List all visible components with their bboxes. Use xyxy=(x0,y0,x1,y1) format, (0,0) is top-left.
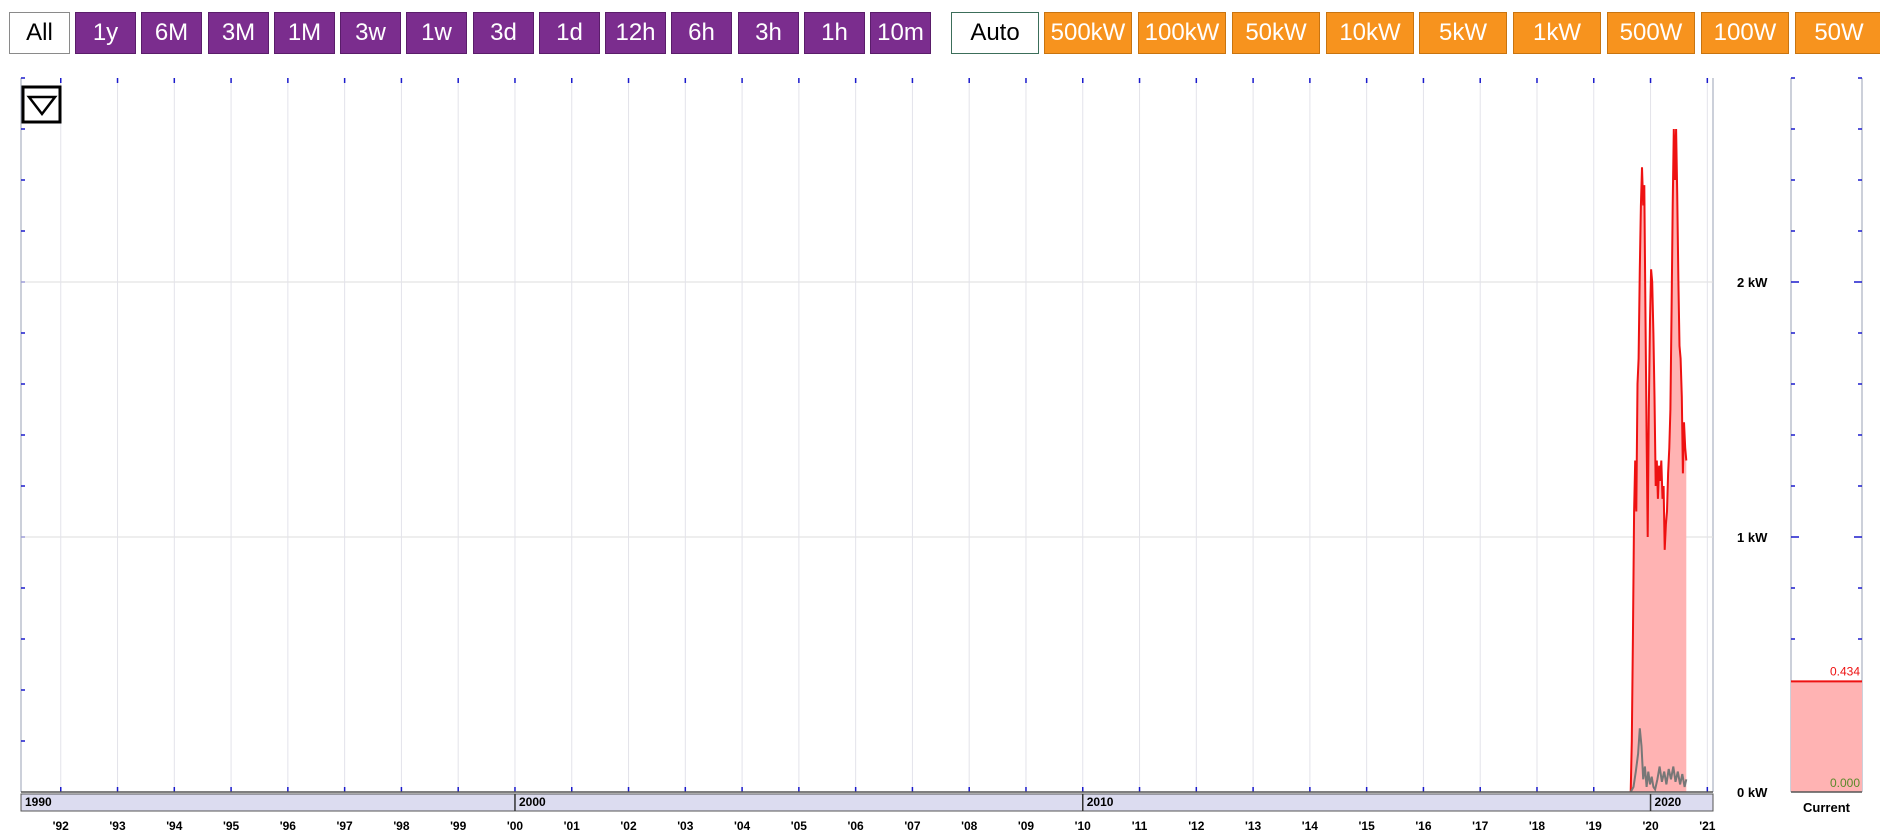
x-tick-label: '98 xyxy=(393,819,410,833)
y-tick-label: 2 kW xyxy=(1737,275,1768,290)
x-tick-label: '20 xyxy=(1642,819,1659,833)
power-chart: 0 kW 1 kW 2 kW '92 '93 '94 '95 '96 '97 '98 '99 '00 '… xyxy=(20,77,1863,833)
x-tick-label: '08 xyxy=(961,819,978,833)
x-tick-label: '01 xyxy=(564,819,581,833)
x-tick-label: '10 xyxy=(1075,819,1092,833)
x-tick-label: '12 xyxy=(1188,819,1205,833)
x-tick-label: '19 xyxy=(1586,819,1603,833)
chart-marks xyxy=(1629,128,1688,793)
x-tick-label: '15 xyxy=(1359,819,1376,833)
x-tick-label: '03 xyxy=(677,819,694,833)
x-tick-label: '94 xyxy=(166,819,183,833)
x-tick-label: '02 xyxy=(620,819,637,833)
x-tick-label: '92 xyxy=(53,819,70,833)
x-tick-label: '13 xyxy=(1245,819,1262,833)
x-tick-label: '16 xyxy=(1415,819,1432,833)
current-panel: 0.434 0.000 Current xyxy=(1790,77,1863,815)
decade-label: 2020 xyxy=(1655,795,1682,809)
decade-label: 2010 xyxy=(1087,795,1114,809)
current-secondary-value: 0.000 xyxy=(1830,776,1860,790)
x-tick-label: '11 xyxy=(1132,819,1148,833)
current-label: Current xyxy=(1803,800,1851,815)
x-tick-label: '95 xyxy=(223,819,240,833)
chart-grid xyxy=(20,77,1714,792)
x-tick-label: '99 xyxy=(450,819,467,833)
x-tick-label: '09 xyxy=(1018,819,1035,833)
chart-axes: 0 kW 1 kW 2 kW '92 '93 '94 '95 '96 '97 '98 '99 '00 '… xyxy=(20,275,1768,833)
x-tick-label: '93 xyxy=(109,819,126,833)
x-tick-label: '07 xyxy=(904,819,921,833)
x-tick-label: '96 xyxy=(280,819,297,833)
x-tick-label: '17 xyxy=(1472,819,1489,833)
x-tick-label: '18 xyxy=(1529,819,1546,833)
y-tick-label: 0 kW xyxy=(1737,785,1768,800)
x-tick-label: '05 xyxy=(791,819,808,833)
menu-dropdown-button[interactable] xyxy=(21,85,62,124)
x-tick-label: '21 xyxy=(1699,819,1716,833)
x-tick-label: '97 xyxy=(337,819,354,833)
x-tick-label: '00 xyxy=(507,819,524,833)
x-tick-label: '04 xyxy=(734,819,751,833)
decade-label: 2000 xyxy=(519,795,546,809)
x-tick-label: '06 xyxy=(848,819,865,833)
y-tick-label: 1 kW xyxy=(1737,530,1768,545)
current-main-value: 0.434 xyxy=(1830,664,1860,678)
decade-band xyxy=(20,793,1714,812)
decade-label: 1990 xyxy=(25,795,52,809)
x-tick-label: '14 xyxy=(1302,819,1319,833)
